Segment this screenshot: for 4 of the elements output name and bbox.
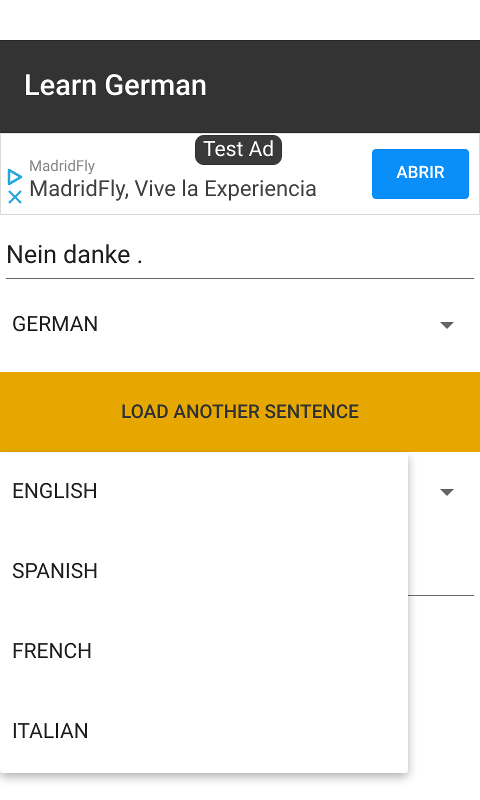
test-ad-label: Test Ad xyxy=(195,135,282,165)
app-title: Learn German xyxy=(24,68,208,105)
ad-advertiser: MadridFly xyxy=(29,156,96,176)
ad-headline: MadridFly, Vive la Experiencia xyxy=(29,176,318,204)
